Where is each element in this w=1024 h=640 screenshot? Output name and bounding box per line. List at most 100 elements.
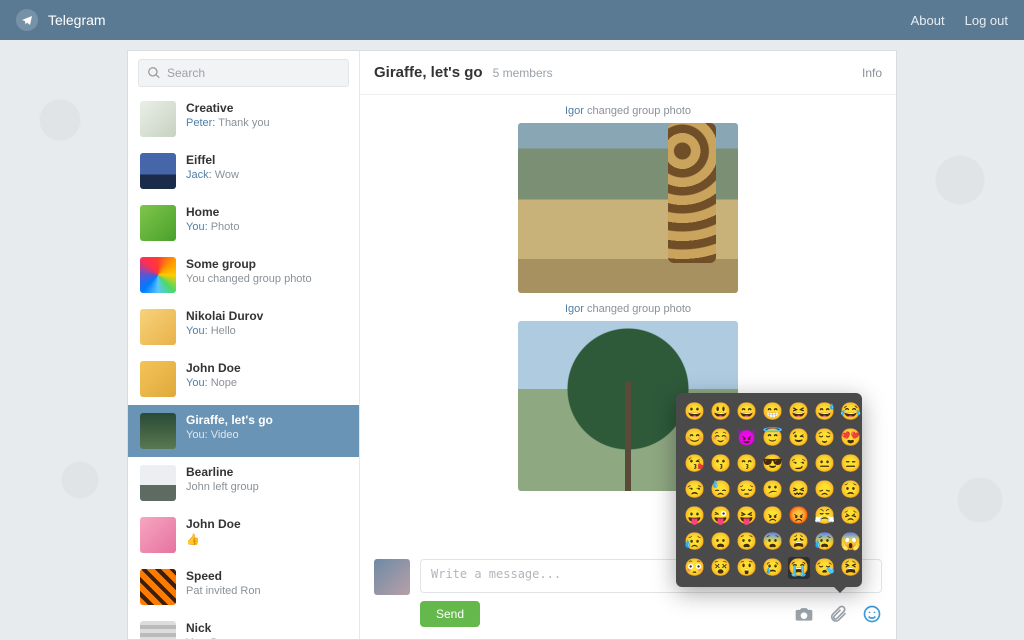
emoji-cell[interactable]: ☺️ — [710, 427, 732, 449]
brand: Telegram — [16, 9, 106, 31]
chat-item[interactable]: John Doe👍 — [128, 509, 359, 561]
about-link[interactable]: About — [911, 13, 945, 28]
chat-item-title: John Doe — [186, 361, 347, 375]
chat-item-preview: You: Video — [186, 429, 347, 441]
chat-item[interactable]: Speed Pat invited Ron — [128, 561, 359, 613]
emoji-cell[interactable]: 😖 — [788, 479, 810, 501]
emoji-cell[interactable]: 😗 — [710, 453, 732, 475]
emoji-cell[interactable]: 😆 — [788, 401, 810, 423]
emoji-cell[interactable]: 😧 — [736, 531, 758, 553]
emoji-cell[interactable]: 😑 — [840, 453, 862, 475]
chat-item[interactable]: Nick You: Done — [128, 613, 359, 639]
emoji-cell[interactable]: 😓 — [710, 479, 732, 501]
emoji-icon[interactable] — [862, 604, 882, 624]
chat-item[interactable]: HomeYou: Photo — [128, 197, 359, 249]
sidebar: Creative Peter: Thank you Eiffel Jack: Wow H… — [128, 51, 360, 639]
emoji-cell[interactable]: 😔 — [736, 479, 758, 501]
emoji-cell[interactable]: 😵 — [710, 557, 732, 579]
emoji-cell[interactable]: 😀 — [684, 401, 706, 423]
chat-item-preview: You: Photo — [186, 221, 347, 233]
emoji-cell[interactable]: 😤 — [814, 505, 836, 527]
chat-header: Giraffe, let's go 5 members Info — [360, 51, 896, 95]
avatar — [140, 361, 176, 397]
emoji-cell[interactable]: 😦 — [710, 531, 732, 553]
emoji-cell[interactable]: 😅 — [814, 401, 836, 423]
emoji-cell[interactable]: 😘 — [684, 453, 706, 475]
emoji-cell[interactable]: 😞 — [814, 479, 836, 501]
info-link[interactable]: Info — [862, 66, 882, 80]
emoji-cell[interactable]: 😩 — [788, 531, 810, 553]
chat-item-title: Eiffel — [186, 153, 347, 167]
emoji-cell[interactable]: 😒 — [684, 479, 706, 501]
emoji-cell[interactable]: 😡 — [788, 505, 810, 527]
chat-item-preview: 👍 — [186, 533, 347, 546]
emoji-cell[interactable]: 😊 — [684, 427, 706, 449]
emoji-cell[interactable]: 😕 — [762, 479, 784, 501]
emoji-cell[interactable]: 😈 — [736, 427, 758, 449]
chat-item-preview: Peter: Thank you — [186, 117, 347, 129]
avatar — [140, 153, 176, 189]
chat-item[interactable]: Nikolai Durov You: Hello — [128, 301, 359, 353]
chat-item-title: Speed — [186, 569, 347, 583]
emoji-cell[interactable]: 😥 — [684, 531, 706, 553]
chat-item[interactable]: Eiffel Jack: Wow — [128, 145, 359, 197]
chat-item-preview: Pat invited Ron — [186, 585, 347, 597]
search-input[interactable] — [138, 59, 349, 87]
chat-item[interactable]: Some groupYou changed group photo — [128, 249, 359, 301]
emoji-cell[interactable]: 😂 — [840, 401, 862, 423]
logout-link[interactable]: Log out — [965, 13, 1008, 28]
chat-item-title: Nikolai Durov — [186, 309, 347, 323]
chat-item[interactable]: BearlineJohn left group — [128, 457, 359, 509]
emoji-cell[interactable]: 😨 — [762, 531, 784, 553]
chat-item[interactable]: Giraffe, let's goYou: Video — [128, 405, 359, 457]
chat-item-title: Some group — [186, 257, 347, 271]
attach-icon[interactable] — [828, 604, 848, 624]
emoji-cell[interactable]: 😠 — [762, 505, 784, 527]
chat-item[interactable]: Creative Peter: Thank you — [128, 93, 359, 145]
camera-icon[interactable] — [794, 604, 814, 624]
emoji-cell[interactable]: 😱 — [840, 531, 862, 553]
emoji-cell[interactable]: 😁 — [762, 401, 784, 423]
avatar — [140, 465, 176, 501]
avatar — [140, 621, 176, 639]
emoji-cell[interactable]: 😜 — [710, 505, 732, 527]
chat-item-preview: You: Hello — [186, 325, 347, 337]
chat-item-preview: Jack: Wow — [186, 169, 347, 181]
chat-item-preview: You: Nope — [186, 377, 347, 389]
emoji-cell[interactable]: 😣 — [840, 505, 862, 527]
avatar — [140, 257, 176, 293]
emoji-cell[interactable]: 😏 — [788, 453, 810, 475]
emoji-cell[interactable]: 😉 — [788, 427, 810, 449]
emoji-cell[interactable]: 😎 — [762, 453, 784, 475]
chat-item-preview: You: Done — [186, 637, 347, 639]
emoji-cell[interactable]: 😐 — [814, 453, 836, 475]
system-message: Igor changed group photo — [370, 105, 886, 117]
emoji-cell[interactable]: 😟 — [840, 479, 862, 501]
system-message: Igor changed group photo — [370, 303, 886, 315]
avatar — [140, 569, 176, 605]
emoji-cell[interactable]: 😝 — [736, 505, 758, 527]
emoji-cell[interactable]: 😃 — [710, 401, 732, 423]
emoji-cell[interactable]: 😲 — [736, 557, 758, 579]
emoji-cell[interactable]: 😄 — [736, 401, 758, 423]
avatar — [140, 309, 176, 345]
send-button[interactable]: Send — [420, 601, 480, 627]
emoji-cell[interactable]: 😌 — [814, 427, 836, 449]
emoji-cell[interactable]: 😍 — [840, 427, 862, 449]
group-photo-image[interactable] — [518, 123, 738, 293]
chat-item-title: Nick — [186, 621, 347, 635]
emoji-cell[interactable]: 😪 — [814, 557, 836, 579]
emoji-picker[interactable]: 😀😃😄😁😆😅😂 😊☺️😈😇😉😌😍 😘😗😙😎😏😐😑 😒😓😔😕😖😞😟 😛😜😝😠😡😤😣 😥😦😧😨… — [676, 393, 862, 587]
emoji-cell[interactable]: 😫 — [840, 557, 862, 579]
emoji-cell[interactable]: 😢 — [762, 557, 784, 579]
chat-item[interactable]: John Doe You: Nope — [128, 353, 359, 405]
emoji-cell[interactable]: 😭 — [788, 557, 810, 579]
emoji-cell[interactable]: 😇 — [762, 427, 784, 449]
emoji-cell[interactable]: 😰 — [814, 531, 836, 553]
emoji-cell[interactable]: 😳 — [684, 557, 706, 579]
emoji-cell[interactable]: 😛 — [684, 505, 706, 527]
telegram-plane-icon — [16, 9, 38, 31]
chat-list[interactable]: Creative Peter: Thank you Eiffel Jack: Wow H… — [128, 93, 359, 639]
emoji-cell[interactable]: 😙 — [736, 453, 758, 475]
chat-item-title: Creative — [186, 101, 347, 115]
